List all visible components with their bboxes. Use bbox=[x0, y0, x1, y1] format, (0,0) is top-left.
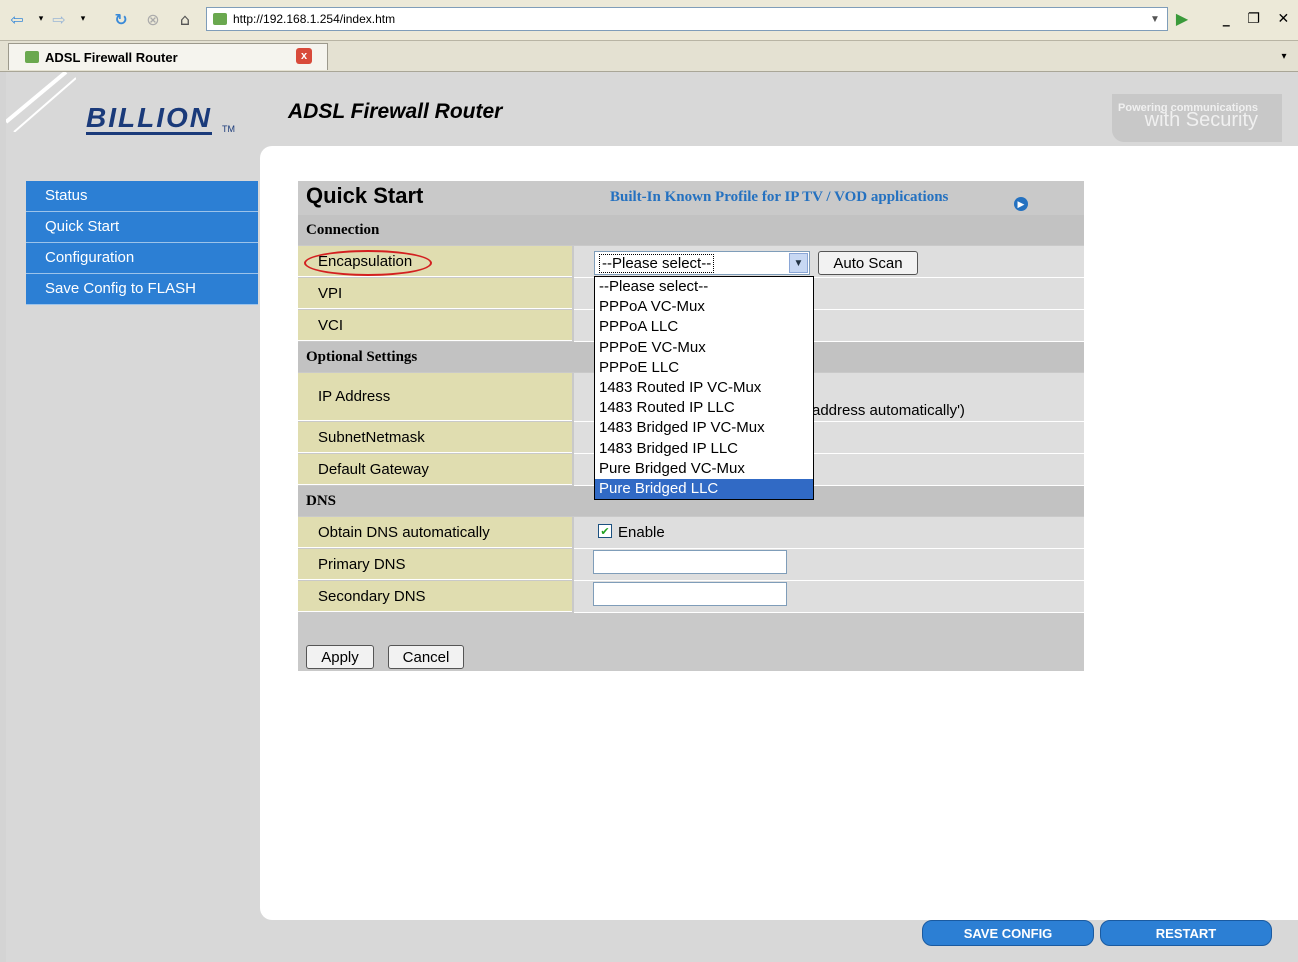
label-subnet: SubnetNetmask bbox=[298, 422, 572, 453]
encapsulation-option[interactable]: 1483 Routed IP VC-Mux bbox=[595, 378, 813, 398]
product-title: ADSL Firewall Router bbox=[288, 100, 503, 123]
tab-site-icon bbox=[25, 51, 39, 63]
sidebar-item-status[interactable]: Status bbox=[26, 181, 258, 212]
stop-icon[interactable]: ⊗ bbox=[142, 8, 164, 30]
encapsulation-option[interactable]: PPPoE VC-Mux bbox=[595, 338, 813, 358]
header-swoosh bbox=[6, 72, 76, 132]
page-title: Quick Start bbox=[306, 183, 424, 208]
chevron-down-icon[interactable]: ▼ bbox=[789, 253, 808, 273]
tab-close-icon[interactable]: x bbox=[296, 48, 312, 64]
row-obtain-dns: Obtain DNS automatically bbox=[298, 517, 1084, 549]
logo-trademark: TM bbox=[222, 124, 235, 134]
minimize-icon[interactable]: _ bbox=[1223, 11, 1230, 27]
secondary-dns-input[interactable] bbox=[593, 582, 787, 606]
window-controls: _ ❐ ✕ bbox=[1214, 8, 1298, 30]
label-primary-dns: Primary DNS bbox=[298, 549, 572, 580]
sidebar-menu: Status Quick Start Configuration Save Co… bbox=[26, 181, 258, 305]
sidebar-item-save-config[interactable]: Save Config to FLASH bbox=[26, 274, 258, 305]
tab-list-icon[interactable]: ▾ bbox=[1276, 48, 1292, 64]
label-ip-address: IP Address bbox=[298, 373, 572, 421]
home-icon[interactable]: ⌂ bbox=[174, 8, 196, 30]
label-secondary-dns: Secondary DNS bbox=[298, 581, 572, 612]
address-dropdown-icon[interactable]: ▼ bbox=[1144, 8, 1166, 30]
obtain-dns-checkbox[interactable]: ✔ bbox=[598, 524, 612, 538]
section-connection: Connection bbox=[298, 215, 1084, 245]
forward-dropdown-icon[interactable]: ▾ bbox=[72, 8, 94, 30]
restart-button[interactable]: RESTART bbox=[1100, 920, 1272, 946]
billion-logo: BILLION bbox=[86, 102, 212, 135]
label-vci: VCI bbox=[298, 310, 572, 341]
sidebar-item-quick-start[interactable]: Quick Start bbox=[26, 212, 258, 243]
encapsulation-option[interactable]: 1483 Routed IP LLC bbox=[595, 398, 813, 418]
tab-title: ADSL Firewall Router bbox=[45, 49, 178, 65]
profile-link[interactable]: Built-In Known Profile for IP TV / VOD a… bbox=[610, 189, 948, 206]
encapsulation-option[interactable]: Pure Bridged VC-Mux bbox=[595, 459, 813, 479]
apply-button[interactable]: Apply bbox=[306, 645, 374, 669]
close-window-icon[interactable]: ✕ bbox=[1277, 11, 1289, 27]
label-vpi: VPI bbox=[298, 278, 572, 309]
panel-header: Quick Start Built-In Known Profile for I… bbox=[298, 181, 1084, 215]
primary-dns-input[interactable] bbox=[593, 550, 787, 574]
encapsulation-option[interactable]: PPPoE LLC bbox=[595, 358, 813, 378]
label-gateway: Default Gateway bbox=[298, 454, 572, 485]
address-text: http://192.168.1.254/index.htm bbox=[233, 12, 396, 26]
cancel-button[interactable]: Cancel bbox=[388, 645, 464, 669]
back-icon[interactable]: ⇦ bbox=[6, 8, 28, 30]
address-bar[interactable]: http://192.168.1.254/index.htm bbox=[206, 7, 1168, 31]
slogan-line2: with Security bbox=[1144, 109, 1258, 131]
arrow-right-icon[interactable]: ▶ bbox=[1014, 197, 1028, 211]
save-config-button[interactable]: SAVE CONFIG bbox=[922, 920, 1094, 946]
forward-icon[interactable]: ⇨ bbox=[48, 8, 70, 30]
reload-icon[interactable]: ↻ bbox=[110, 8, 132, 30]
encapsulation-option[interactable]: PPPoA LLC bbox=[595, 317, 813, 337]
label-obtain-dns: Obtain DNS automatically bbox=[298, 517, 572, 548]
encapsulation-option[interactable]: --Please select-- bbox=[595, 277, 813, 297]
encapsulation-select[interactable]: --Please select-- bbox=[594, 251, 810, 275]
encapsulation-dropdown-list: --Please select-- PPPoA VC-Mux PPPoA LLC… bbox=[594, 276, 814, 500]
encapsulation-selected-value: --Please select-- bbox=[599, 253, 715, 273]
sidebar-item-configuration[interactable]: Configuration bbox=[26, 243, 258, 274]
encapsulation-option[interactable]: 1483 Bridged IP LLC bbox=[595, 439, 813, 459]
encapsulation-highlight-circle bbox=[304, 250, 432, 276]
encapsulation-option-highlighted[interactable]: Pure Bridged LLC bbox=[595, 478, 813, 500]
restore-icon[interactable]: ❐ bbox=[1247, 11, 1260, 27]
slogan: Powering communications with Security bbox=[1112, 94, 1282, 142]
browser-tab[interactable]: ADSL Firewall Router bbox=[8, 43, 328, 70]
site-icon bbox=[213, 13, 227, 25]
ip-address-hint: address automatically') bbox=[812, 402, 965, 419]
go-icon[interactable]: ▶ bbox=[1170, 8, 1194, 30]
auto-scan-button[interactable]: Auto Scan bbox=[818, 251, 918, 275]
obtain-dns-enable-label: Enable bbox=[618, 524, 665, 541]
encapsulation-option[interactable]: PPPoA VC-Mux bbox=[595, 297, 813, 317]
encapsulation-option[interactable]: 1483 Bridged IP VC-Mux bbox=[595, 418, 813, 438]
